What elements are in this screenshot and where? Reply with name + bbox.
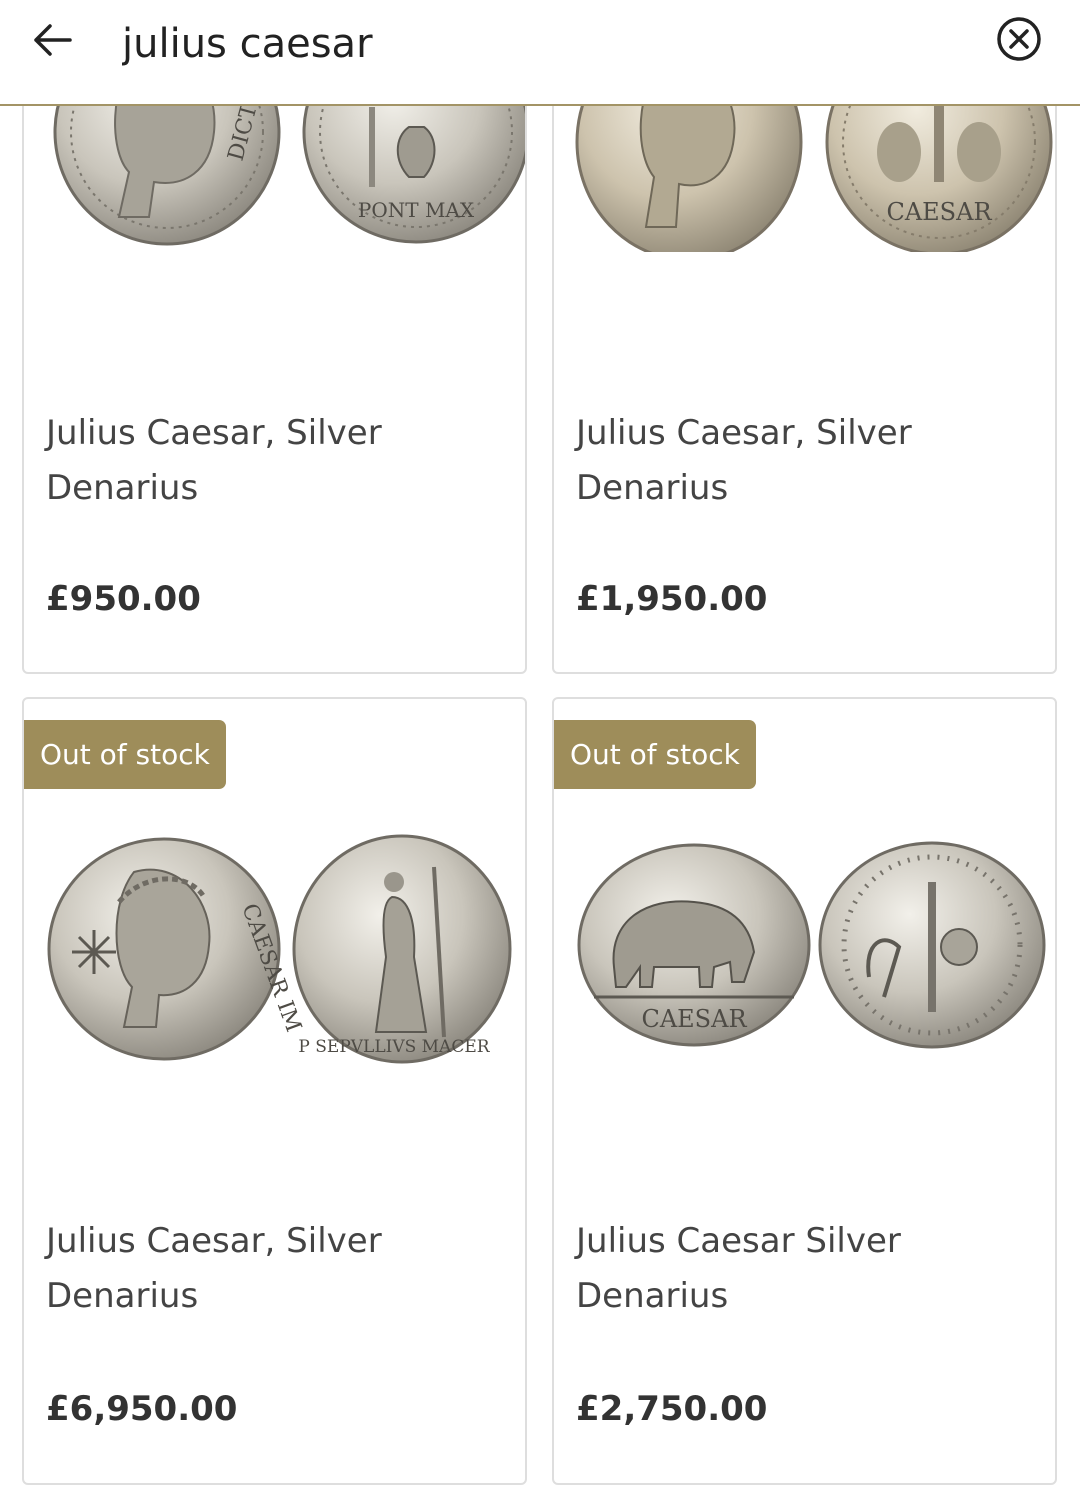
product-image: CAESAR IM P SEPVLLIVS MACER bbox=[47, 834, 512, 1064]
product-title[interactable]: Julius Caesar Silver Denarius bbox=[576, 1214, 1036, 1324]
product-price: £1,950.00 bbox=[576, 579, 768, 619]
product-card[interactable]: DICT PONT MAX Julius Caesar, Silver Dena… bbox=[22, 18, 527, 674]
out-of-stock-badge: Out of stock bbox=[554, 720, 756, 789]
back-button[interactable] bbox=[28, 18, 78, 62]
reverse-legend: CAESAR bbox=[886, 198, 992, 226]
product-card[interactable]: Out of stock CAESAR Julius Caesar Silver… bbox=[552, 697, 1057, 1485]
coin-reverse bbox=[818, 841, 1046, 1049]
out-of-stock-badge: Out of stock bbox=[24, 720, 226, 789]
product-title[interactable]: Julius Caesar, Silver Denarius bbox=[576, 406, 1036, 516]
product-title[interactable]: Julius Caesar, Silver Denarius bbox=[46, 1214, 506, 1324]
obverse-legend: CAESAR bbox=[641, 1005, 747, 1033]
product-price: £950.00 bbox=[46, 579, 201, 619]
coin-obverse: CAESAR IM bbox=[47, 837, 306, 1061]
arrow-left-icon bbox=[34, 24, 72, 56]
product-title[interactable]: Julius Caesar, Silver Denarius bbox=[46, 406, 506, 516]
reverse-legend: PONT MAX bbox=[358, 198, 475, 222]
product-price: £6,950.00 bbox=[46, 1389, 238, 1429]
product-card[interactable]: Out of stock CAESAR IM P SEPVLLIVS MACER… bbox=[22, 697, 527, 1485]
reverse-legend: P SEPVLLIVS MACER bbox=[298, 1037, 490, 1057]
coin-obverse: CAESAR bbox=[577, 843, 811, 1047]
search-input[interactable] bbox=[122, 14, 942, 74]
search-header bbox=[0, 0, 1080, 106]
coin-reverse: P SEPVLLIVS MACER bbox=[292, 834, 512, 1064]
product-image: CAESAR bbox=[577, 841, 1046, 1049]
close-circle-icon bbox=[997, 17, 1041, 61]
product-price: £2,750.00 bbox=[576, 1389, 768, 1429]
product-card[interactable]: CAESAR Julius Caesar, Silver Denarius £1… bbox=[552, 22, 1057, 674]
clear-search-button[interactable] bbox=[994, 14, 1044, 64]
